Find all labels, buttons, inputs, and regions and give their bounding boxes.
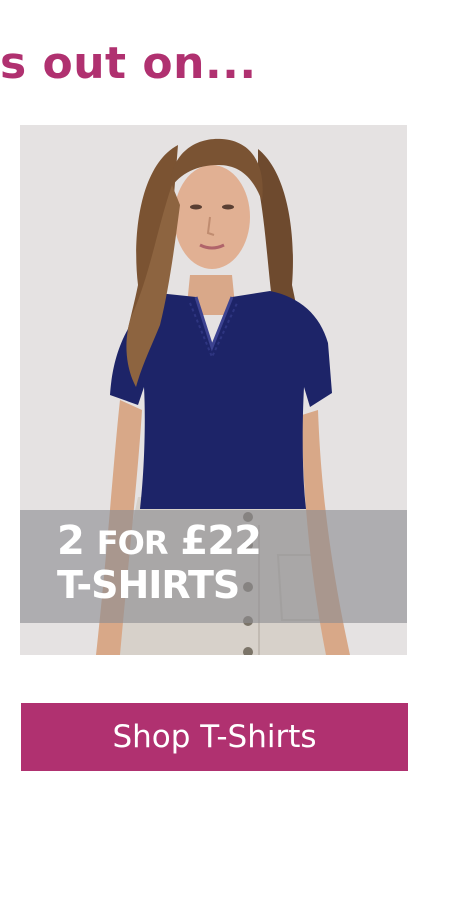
- offer-price: 2 FOR £22: [57, 518, 262, 566]
- offer-quantity: 2: [57, 518, 85, 564]
- offer-category: T-SHIRTS: [57, 563, 240, 607]
- offer-amount: £22: [180, 518, 261, 564]
- page: s out on... 2 FOR £22 T-SHIRTS Shop T-Sh…: [0, 0, 450, 915]
- promo-card[interactable]: 2 FOR £22 T-SHIRTS: [20, 125, 407, 655]
- headline: s out on...: [0, 38, 257, 89]
- offer-for: FOR: [96, 524, 169, 562]
- offer-banner: 2 FOR £22 T-SHIRTS: [20, 510, 407, 623]
- shop-tshirts-button[interactable]: Shop T-Shirts: [21, 703, 408, 771]
